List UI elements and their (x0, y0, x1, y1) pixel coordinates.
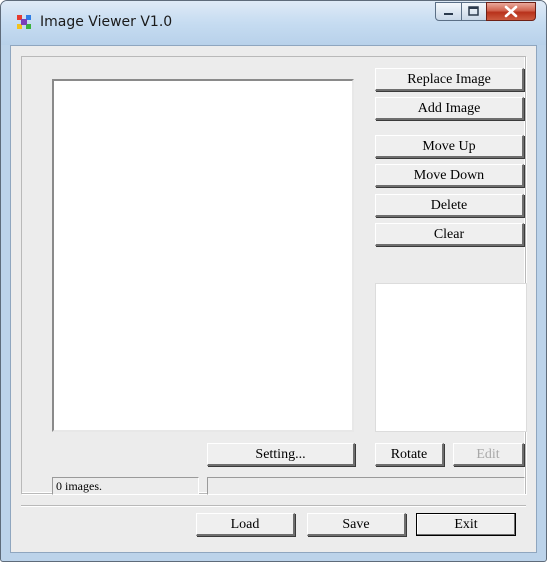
image-count-status: 0 images. (52, 477, 199, 495)
image-preview-box (375, 283, 527, 432)
setting-button[interactable]: Setting... (207, 443, 355, 466)
edit-button: Edit (453, 443, 524, 466)
save-button[interactable]: Save (307, 513, 406, 536)
add-image-button[interactable]: Add Image (375, 97, 524, 120)
minimize-icon (444, 13, 453, 15)
load-button[interactable]: Load (196, 513, 295, 536)
move-down-button[interactable]: Move Down (375, 164, 524, 187)
delete-button[interactable]: Delete (375, 194, 524, 217)
window-title: Image Viewer V1.0 (40, 14, 173, 30)
image-list-box[interactable] (52, 79, 354, 432)
image-viewer-window: Image Viewer V1.0 Replace Image Add Imag… (0, 0, 547, 562)
colorful-pinwheel-icon (17, 15, 31, 29)
exit-button[interactable]: Exit (416, 513, 516, 536)
maximize-icon (468, 6, 479, 16)
main-group-frame: Replace Image Add Image Move Up Move Dow… (21, 56, 527, 495)
close-icon (504, 5, 518, 18)
move-up-button[interactable]: Move Up (375, 135, 524, 158)
window-controls (435, 2, 539, 22)
title-bar[interactable]: Image Viewer V1.0 (1, 1, 546, 45)
dialog-client-area: Replace Image Add Image Move Up Move Dow… (10, 45, 537, 553)
replace-image-button[interactable]: Replace Image (375, 68, 524, 91)
minimize-button[interactable] (435, 2, 462, 21)
clear-button[interactable]: Clear (375, 223, 524, 246)
maximize-button[interactable] (461, 2, 487, 21)
status-detail-field (207, 477, 525, 495)
close-button[interactable] (486, 2, 536, 21)
rotate-button[interactable]: Rotate (375, 443, 444, 466)
